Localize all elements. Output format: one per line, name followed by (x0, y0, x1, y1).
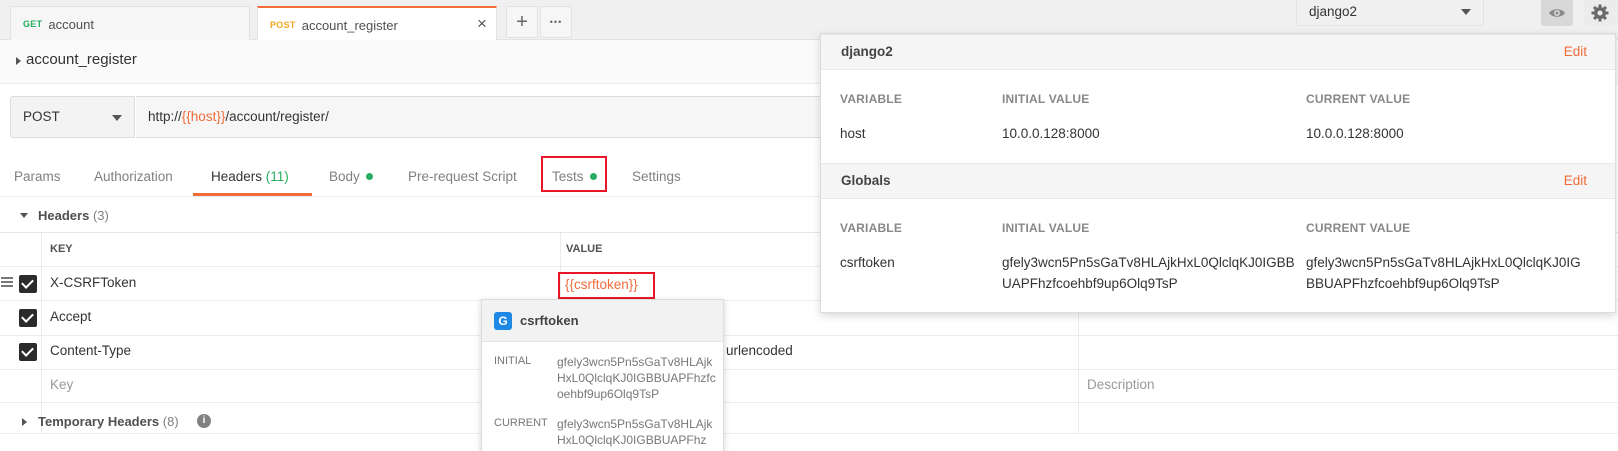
tab-headers[interactable]: Headers (11) (211, 169, 289, 184)
column-header-current: CURRENT VALUE (1306, 92, 1411, 106)
tab-headers-label: Headers (211, 169, 263, 184)
row-divider (0, 369, 1618, 370)
divider (0, 196, 820, 197)
tab-settings[interactable]: Settings (632, 169, 681, 184)
env-variable-name: host (840, 126, 866, 141)
row-divider (0, 433, 1618, 434)
global-initial-value-line2: UAPFhzfcoehbf9up6Olq9TsP (1002, 276, 1178, 291)
method-select[interactable]: POST (10, 96, 135, 138)
chevron-down-icon (1461, 9, 1471, 15)
header-key[interactable]: Content-Type (50, 343, 131, 358)
global-variable-name: csrftoken (840, 255, 895, 270)
info-icon[interactable]: i (197, 414, 211, 428)
column-header-value: VALUE (566, 243, 603, 255)
temporary-headers-title[interactable]: Temporary Headers (8) (38, 414, 179, 429)
globals-title: Globals (841, 173, 891, 188)
column-divider (41, 233, 42, 433)
tests-highlight-box (541, 156, 607, 192)
header-enabled-checkbox[interactable] (19, 343, 37, 361)
environment-section-header: django2 Edit (821, 34, 1615, 70)
tooltip-current-value: gfely3wcn5Pn5sGaTv8HLAjkHxL0QlclqKJ0IGBB… (557, 417, 713, 447)
column-header-variable: VARIABLE (840, 221, 903, 235)
new-key-input[interactable]: Key (50, 377, 73, 392)
method-value: POST (23, 109, 60, 124)
env-initial-value: 10.0.0.128:8000 (1002, 126, 1100, 141)
tooltip-variable-name: csrftoken (520, 313, 579, 328)
url-prefix: http:// (148, 109, 182, 124)
url-host-variable[interactable]: {{host}} (182, 109, 226, 124)
settings-button[interactable] (1584, 0, 1618, 26)
tooltip-header: G csrftoken (482, 300, 723, 342)
header-value: {{csrftoken}} (565, 277, 638, 292)
global-current-value-line2: BBUAPFhzfcoehbf9up6Olq9TsP (1306, 276, 1500, 291)
column-header-variable: VARIABLE (840, 92, 903, 106)
request-name[interactable]: account_register (26, 51, 137, 68)
environment-quick-look-panel: django2 Edit VARIABLE INITIAL VALUE CURR… (820, 33, 1616, 313)
variable-tooltip: G csrftoken INITIAL gfely3wcn5Pn5sGaTv8H… (481, 299, 724, 451)
header-value[interactable]: urlencoded (726, 343, 793, 358)
tab-name: account_register (301, 17, 398, 33)
tab-authorization[interactable]: Authorization (94, 169, 173, 184)
global-initial-value-line1: gfely3wcn5Pn5sGaTv8HLAjkHxL0QlclqKJ0IGBB (1002, 255, 1295, 270)
tab-name: account (48, 16, 94, 32)
chevron-down-icon (112, 115, 122, 121)
headers-section-title[interactable]: Headers (3) (38, 208, 109, 223)
temporary-headers-label: Temporary Headers (38, 414, 160, 429)
collapse-triangle-icon[interactable] (20, 213, 28, 218)
gear-icon (1591, 4, 1609, 22)
column-divider (1078, 301, 1079, 433)
tab-pre-request-script[interactable]: Pre-request Script (408, 169, 517, 184)
tab-body[interactable]: Body (329, 169, 373, 184)
environment-name: django2 (841, 44, 893, 59)
edit-globals-link[interactable]: Edit (1564, 173, 1587, 188)
status-dot (365, 172, 373, 180)
tab-method: POST (270, 20, 296, 30)
headers-title: Headers (38, 208, 90, 223)
tooltip-initial-value: gfely3wcn5Pn5sGaTv8HLAjkHxL0QlclqKJ0IGBB… (557, 355, 716, 401)
header-enabled-checkbox[interactable] (19, 275, 37, 293)
url-input[interactable]: http://{{host}}/account/register/ (136, 96, 836, 138)
tab-headers-count: (11) (265, 169, 289, 184)
eye-icon (1549, 9, 1565, 17)
expand-triangle-icon[interactable] (22, 418, 27, 426)
environment-quick-look-button[interactable] (1541, 0, 1573, 26)
tooltip-initial-label: INITIAL (494, 355, 532, 367)
new-tab-button[interactable]: + (506, 6, 538, 38)
tab-method: GET (23, 19, 43, 29)
column-header-key: KEY (50, 243, 73, 255)
close-tab-icon[interactable]: × (474, 15, 490, 32)
expand-triangle-icon[interactable] (16, 57, 21, 65)
tab-params[interactable]: Params (14, 169, 61, 184)
drag-handle-icon[interactable] (1, 277, 13, 287)
url-suffix: /account/register/ (225, 109, 329, 124)
headers-count: (3) (92, 208, 109, 223)
env-current-value: 10.0.0.128:8000 (1306, 126, 1404, 141)
globals-section-header: Globals Edit (821, 163, 1615, 199)
global-scope-badge: G (494, 312, 512, 330)
header-key[interactable]: X-CSRFToken (50, 275, 136, 290)
tab-account[interactable]: GET account (10, 6, 250, 41)
environment-select[interactable]: django2 (1296, 0, 1484, 26)
environment-selected: django2 (1309, 4, 1358, 19)
tab-account-register[interactable]: POST account_register × (257, 6, 497, 42)
tab-more-button[interactable]: ••• (540, 6, 572, 38)
row-divider (0, 335, 1618, 336)
header-value-variable-box[interactable]: {{csrftoken}} (558, 272, 655, 299)
tooltip-current-label: CURRENT (494, 417, 548, 429)
global-current-value-line1: gfely3wcn5Pn5sGaTv8HLAjkHxL0QlclqKJ0IG (1306, 255, 1581, 270)
header-key[interactable]: Accept (50, 309, 91, 324)
column-header-current: CURRENT VALUE (1306, 221, 1411, 235)
column-header-initial: INITIAL VALUE (1002, 221, 1090, 235)
row-divider (0, 402, 1618, 403)
tab-body-label: Body (329, 169, 360, 184)
new-description-input[interactable]: Description (1087, 377, 1155, 392)
column-header-initial: INITIAL VALUE (1002, 92, 1090, 106)
edit-environment-link[interactable]: Edit (1564, 44, 1587, 59)
header-enabled-checkbox[interactable] (19, 309, 37, 327)
temporary-headers-count: (8) (162, 414, 179, 429)
